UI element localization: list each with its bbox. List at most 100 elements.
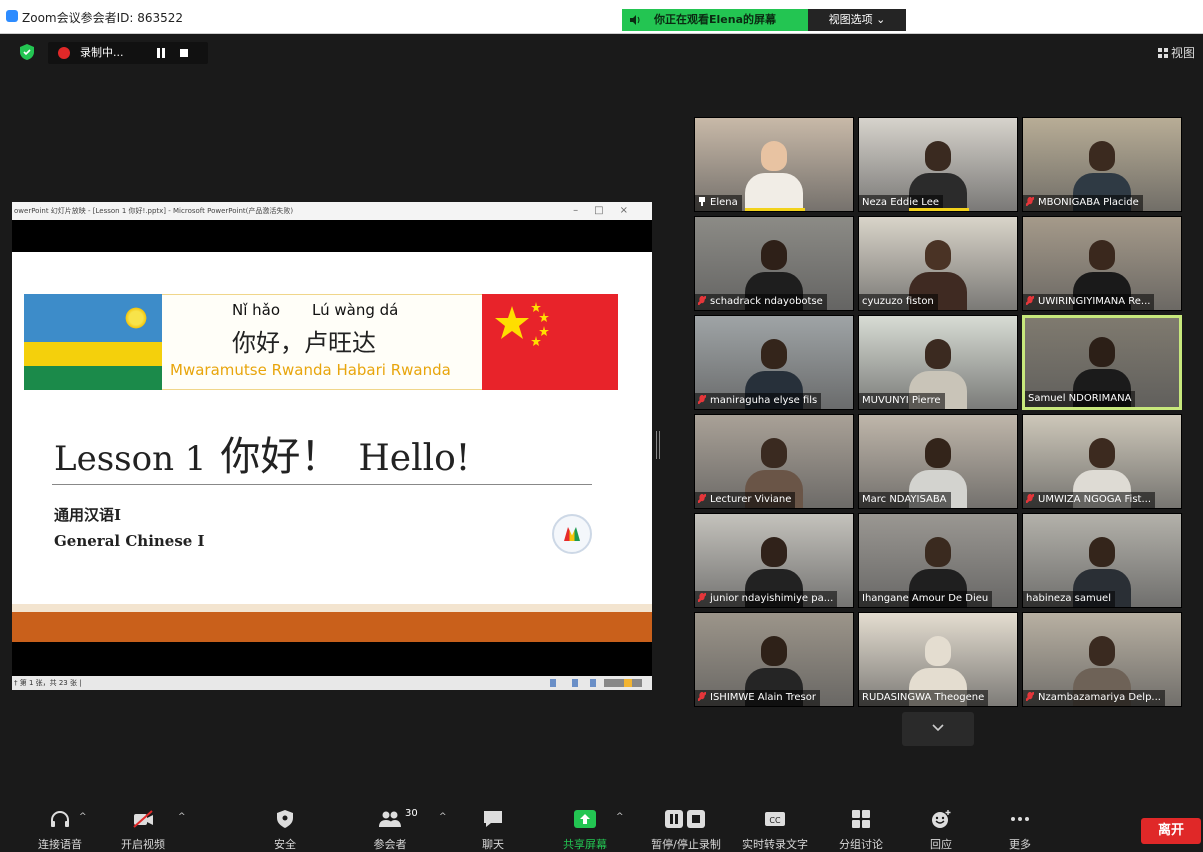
participant-tile[interactable]: UMWIZA NGOGA Fist... [1022, 414, 1182, 509]
security-shield-icon [277, 810, 293, 828]
split-resize-handle[interactable] [656, 431, 660, 459]
participant-name: MUVUNYI Pierre [862, 395, 941, 406]
join-audio-button[interactable]: ^ 连接语音 [15, 790, 105, 851]
mic-muted-icon [1026, 692, 1034, 701]
participant-name-label: junior ndayishimiye pa... [695, 591, 838, 607]
powerpoint-titlebar: owerPoint 幻灯片放映 - [Lesson 1 你好!.pptx] - … [12, 202, 652, 220]
share-banner-text: 你正在观看Elena的屏幕 [654, 13, 776, 26]
collapse-gallery-button[interactable] [902, 712, 974, 746]
recording-indicator: 录制中... [48, 42, 208, 64]
participant-name-label: MUVUNYI Pierre [859, 393, 945, 409]
headphones-icon [51, 811, 69, 827]
participant-name-label: habineza samuel [1023, 591, 1115, 607]
participant-tile[interactable]: junior ndayishimiye pa... [694, 513, 854, 608]
breakout-rooms-icon [852, 810, 870, 828]
pause-recording-icon[interactable] [156, 48, 166, 58]
view-button-label: 视图 [1170, 46, 1195, 60]
participant-name-label: Nzambazamariya Delp... [1023, 690, 1165, 706]
participant-name: schadrack ndayobotse [710, 296, 823, 307]
more-dots-icon [1011, 817, 1029, 821]
participant-name-label: RUDASINGWA Theogene [859, 690, 989, 706]
chat-bubble-icon [484, 811, 502, 827]
view-button[interactable]: 视图 [1157, 44, 1195, 61]
mic-muted-icon [698, 494, 706, 503]
participant-tile[interactable]: schadrack ndayobotse [694, 216, 854, 311]
start-video-button[interactable]: ^ 开启视频 [98, 790, 188, 851]
chat-button[interactable]: 聊天 [448, 790, 538, 851]
participant-name-label: UMWIZA NGOGA Fist... [1023, 492, 1155, 508]
greeting-chinese: 你好，卢旺达 [232, 329, 376, 357]
participant-tile[interactable]: MBONIGABA Placide [1022, 117, 1182, 212]
video-options-caret[interactable]: ^ [178, 812, 186, 822]
participant-name: Neza Eddie Lee [862, 197, 940, 208]
china-flag [482, 294, 618, 390]
meeting-toolbar: ^ 连接语音 ^ 开启视频 安全 30 ^ 参会者 聊天 ^ 共享屏幕 暂停/停… [0, 790, 1203, 851]
participant-name: Ihangane Amour De Dieu [862, 593, 989, 604]
lesson-label: Lesson 1 [54, 439, 207, 479]
participant-tile[interactable]: Marc NDAYISABA [858, 414, 1018, 509]
participant-name: cyuzuzo fiston [862, 296, 934, 307]
view-options-button[interactable]: 视图选项 ⌄ [808, 9, 906, 31]
participant-tile[interactable]: Neza Eddie Lee [858, 117, 1018, 212]
participant-tile[interactable]: Lecturer Viviane [694, 414, 854, 509]
participants-button[interactable]: 30 ^ 参会者 [345, 790, 447, 851]
participant-tile[interactable]: ISHIMWE Alain Tresor [694, 612, 854, 707]
participant-name-label: schadrack ndayobotse [695, 294, 827, 310]
more-button[interactable]: 更多 [975, 790, 1065, 851]
live-transcript-button[interactable]: CC 实时转录文字 [730, 790, 820, 851]
participant-tile[interactable]: Nzambazamariya Delp... [1022, 612, 1182, 707]
security-button[interactable]: 安全 [240, 790, 330, 851]
stop-recording-icon[interactable] [180, 49, 188, 57]
participant-name: UWIRINGIYIMANA Re... [1038, 296, 1151, 307]
participant-name: junior ndayishimiye pa... [710, 593, 834, 604]
participants-options-caret[interactable]: ^ [439, 812, 447, 822]
chevron-down-icon [932, 724, 944, 732]
participant-tile[interactable]: Ihangane Amour De Dieu [858, 513, 1018, 608]
participant-name-label: Ihangane Amour De Dieu [859, 591, 993, 607]
pin-icon [698, 197, 706, 206]
participant-tile[interactable]: RUDASINGWA Theogene [858, 612, 1018, 707]
participant-figure [745, 137, 803, 211]
audio-options-caret[interactable]: ^ [79, 812, 87, 822]
closed-caption-icon: CC [765, 812, 785, 826]
participant-tile[interactable]: Samuel NDORIMANA [1022, 315, 1182, 410]
speaking-indicator [745, 208, 805, 211]
mic-muted-icon [1026, 494, 1034, 503]
participant-tile[interactable]: habineza samuel [1022, 513, 1182, 608]
participant-name: RUDASINGWA Theogene [862, 692, 985, 703]
participant-tile[interactable]: cyuzuzo fiston [858, 216, 1018, 311]
speaker-icon [630, 15, 640, 25]
participant-name-label: Marc NDAYISABA [859, 492, 951, 508]
participant-tile[interactable]: UWIRINGIYIMANA Re... [1022, 216, 1182, 311]
lesson-english: Hello! [358, 438, 471, 479]
slideshow-controls-icon[interactable] [542, 679, 642, 687]
pause-stop-recording-button[interactable]: 暂停/停止录制 [636, 790, 736, 851]
breakout-rooms-button[interactable]: 分组讨论 [816, 790, 906, 851]
svg-text:CC: CC [769, 816, 781, 825]
powerpoint-window-controls: –□× [573, 205, 644, 216]
reactions-button[interactable]: 回应 [896, 790, 986, 851]
participant-name-label: UWIRINGIYIMANA Re... [1023, 294, 1155, 310]
share-options-caret[interactable]: ^ [616, 812, 624, 822]
share-screen-icon [574, 810, 596, 828]
participants-count: 30 [405, 808, 418, 819]
participant-tile[interactable]: Elena [694, 117, 854, 212]
participant-name-label: MBONIGABA Placide [1023, 195, 1143, 211]
share-screen-button[interactable]: ^ 共享屏幕 [540, 790, 630, 851]
greeting-box: Nǐ hǎo Lú wàng dá 你好，卢旺达 Mwaramutse Rwan… [162, 294, 482, 390]
pinyin-lu-wang-da: Lú wàng dá [312, 301, 399, 319]
encryption-shield-icon[interactable] [20, 44, 34, 60]
slide: Nǐ hǎo Lú wàng dá 你好，卢旺达 Mwaramutse Rwan… [12, 252, 652, 642]
participant-name: maniraguha elyse fils [710, 395, 818, 406]
participant-name: Elena [710, 197, 738, 208]
participant-tile[interactable]: MUVUNYI Pierre [858, 315, 1018, 410]
participant-tile[interactable]: maniraguha elyse fils [694, 315, 854, 410]
lesson-chinese: 你好！ [220, 434, 341, 480]
slide-counter: † 第 1 张，共 23 张 | [14, 679, 82, 687]
participant-name: MBONIGABA Placide [1038, 197, 1139, 208]
participant-name: Samuel NDORIMANA [1028, 393, 1132, 404]
mic-muted-icon [698, 692, 706, 701]
leave-meeting-button[interactable]: 离开 [1141, 818, 1201, 844]
divider-line [52, 484, 592, 485]
mic-muted-icon [1026, 296, 1034, 305]
